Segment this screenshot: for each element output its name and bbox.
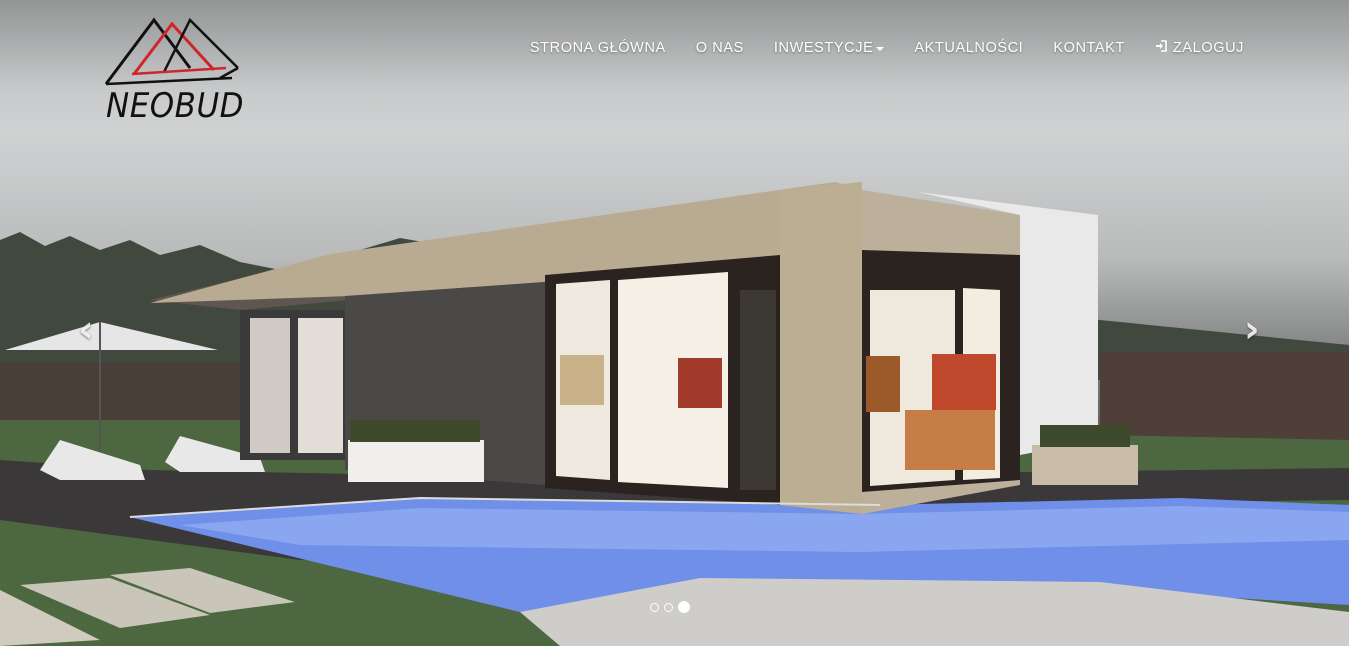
nav-item-news[interactable]: AKTUALNOŚCI: [899, 38, 1038, 58]
carousel-indicator-3[interactable]: [678, 601, 690, 613]
nav-item-label: INWESTYCJE: [773, 40, 874, 56]
chevron-left-icon: ‹: [78, 307, 94, 351]
nav-item-contact[interactable]: KONTAKT: [1038, 38, 1140, 58]
nav-item-label: ZALOGUJ: [1172, 40, 1244, 56]
nav-item-home[interactable]: STRONA GŁÓWNA: [515, 38, 681, 58]
nav-item-about[interactable]: O NAS: [681, 38, 759, 58]
main-navigation: STRONA GŁÓWNA O NAS INWESTYCJE AKTUALNOŚ…: [515, 38, 1259, 58]
brand-logo[interactable]: NEOBUD: [102, 16, 245, 126]
carousel-next-button[interactable]: ›: [1244, 310, 1260, 348]
carousel-indicators: [650, 601, 690, 613]
brand-name: NEOBUD: [106, 86, 245, 126]
carousel-prev-button[interactable]: ‹: [78, 310, 94, 348]
nav-item-label: O NAS: [695, 40, 744, 56]
nav-item-label: STRONA GŁÓWNA: [529, 40, 666, 56]
nav-item-investments-dropdown[interactable]: INWESTYCJE: [759, 38, 899, 58]
chevron-right-icon: ›: [1244, 307, 1260, 351]
carousel-indicator-2[interactable]: [664, 602, 673, 612]
carousel-indicator-1[interactable]: [650, 602, 659, 612]
triangles-logo-icon: [104, 17, 239, 86]
nav-item-login[interactable]: ZALOGUJ: [1140, 38, 1259, 58]
login-icon: [1155, 40, 1167, 56]
caret-down-icon: [876, 47, 885, 51]
hero-carousel: NEOBUD STRONA GŁÓWNA O NAS INWESTYCJE AK…: [0, 0, 1349, 646]
nav-item-label: KONTAKT: [1053, 40, 1125, 56]
nav-item-label: AKTUALNOŚCI: [914, 40, 1024, 56]
